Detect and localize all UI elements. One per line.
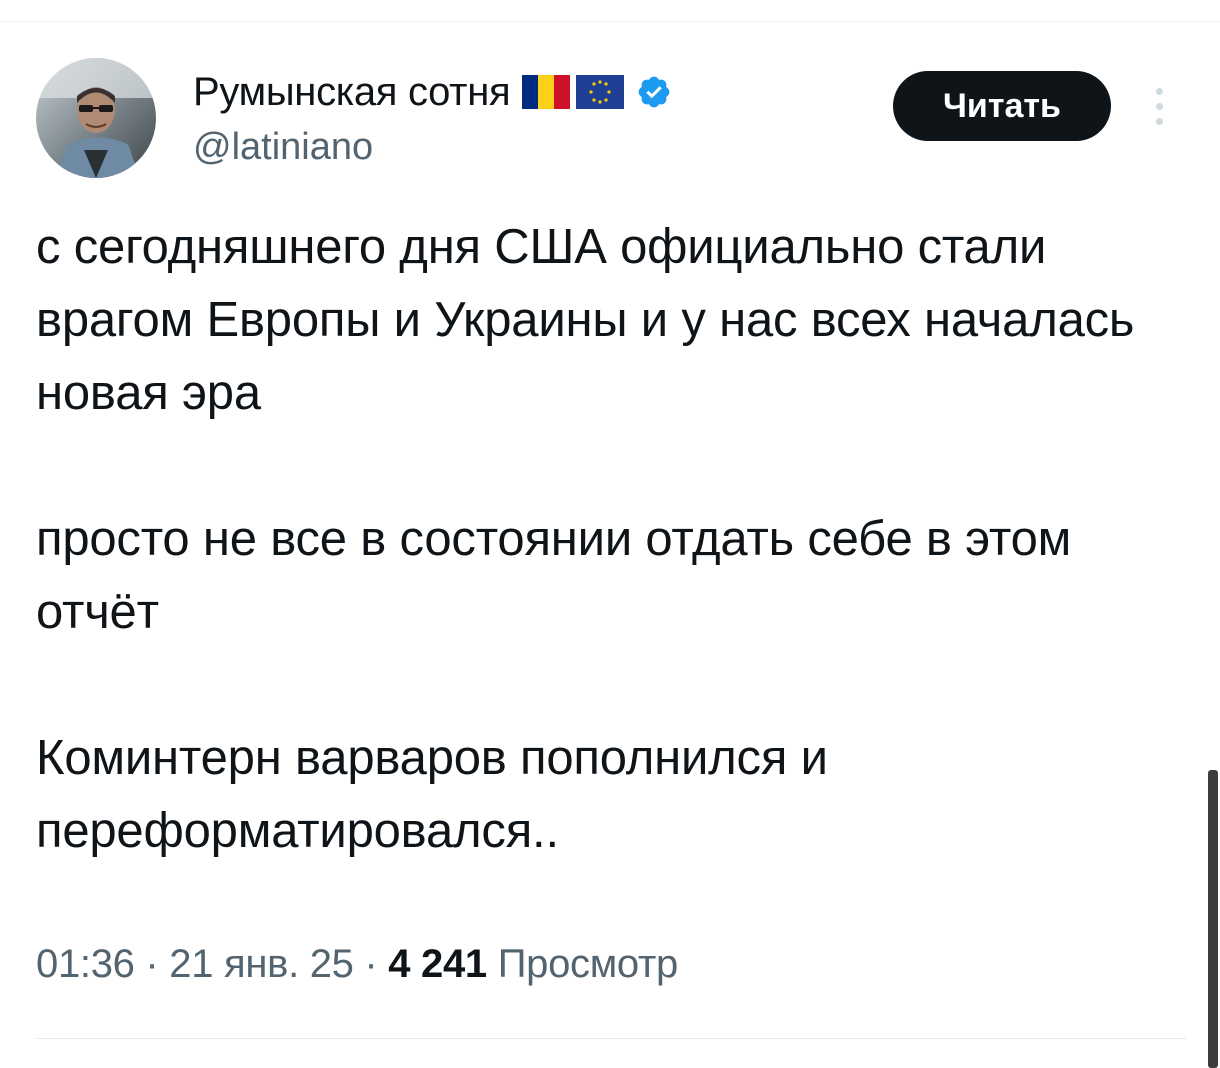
more-dot — [1155, 87, 1163, 95]
more-options-icon[interactable] — [1144, 80, 1174, 132]
author-handle[interactable]: @latiniano — [193, 126, 373, 169]
top-divider — [0, 21, 1220, 22]
tweet-meta: 01:36 · 21 янв. 25 · 4 241 Просмотр — [36, 942, 678, 987]
eu-flag-icon — [576, 75, 625, 109]
verified-badge-icon — [638, 76, 670, 108]
bottom-divider — [36, 1038, 1186, 1039]
more-dot — [1155, 117, 1163, 125]
avatar-photo — [36, 58, 156, 178]
meta-separator: · — [353, 942, 389, 986]
romania-flag-icon — [522, 75, 571, 109]
author-display-name[interactable]: Румынская сотня — [193, 70, 511, 115]
scrollbar[interactable] — [1208, 770, 1218, 1068]
meta-separator: · — [134, 942, 170, 986]
tweet-date[interactable]: 21 янв. 25 — [169, 942, 354, 986]
avatar[interactable] — [36, 58, 156, 178]
tweet-paragraph: с сегодняшнего дня США официально стали … — [36, 220, 1135, 420]
tweet-paragraph: просто не все в состоянии отдать себе в … — [36, 512, 1072, 639]
follow-button[interactable]: Читать — [893, 71, 1111, 141]
author-name-row[interactable]: Румынская сотня — [193, 64, 672, 120]
views-label: Просмотр — [497, 942, 679, 986]
more-dot — [1155, 102, 1163, 110]
views-count: 4 241 — [388, 942, 487, 986]
tweet-paragraph: Коминтерн варваров пополнился и переформ… — [36, 731, 828, 858]
tweet-time[interactable]: 01:36 — [36, 942, 135, 986]
tweet-text: с сегодняшнего дня США официально стали … — [36, 211, 1186, 868]
